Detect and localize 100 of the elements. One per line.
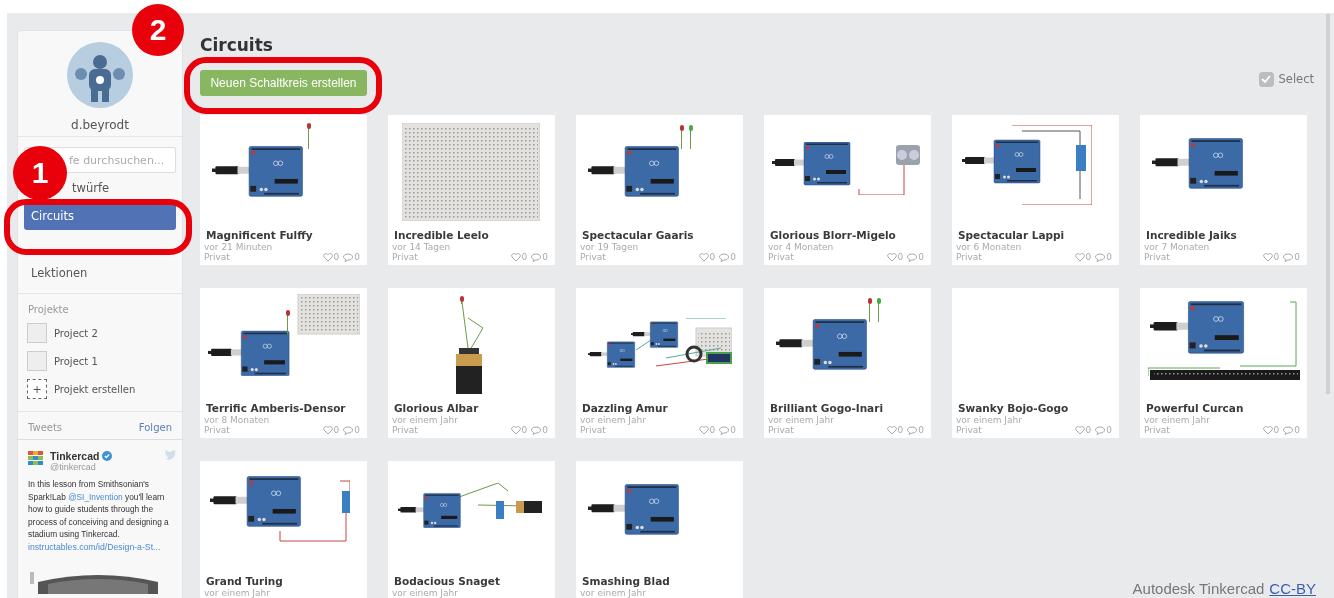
tweet-author[interactable]: Tinkercad (50, 450, 100, 462)
comment-count: 0 (1294, 252, 1300, 262)
credit-text: Autodesk Tinkercad (1132, 580, 1265, 597)
time-label: vor 19 Tagen (579, 242, 640, 252)
comment-icon[interactable] (719, 425, 730, 435)
project-thumbnail (27, 323, 47, 343)
like-count: 0 (521, 425, 528, 435)
heart-icon[interactable] (510, 252, 521, 262)
time-label: vor einem Jahr (955, 415, 1023, 425)
comment-icon[interactable] (1095, 425, 1106, 435)
heart-icon[interactable] (1074, 426, 1085, 434)
circuit-name[interactable]: Incredible Leelo (388, 229, 555, 242)
like-count: 0 (709, 252, 716, 262)
circuit-name[interactable]: Magnificent Fulffy (200, 229, 367, 242)
circuit-name[interactable]: Grand Turing (200, 575, 367, 588)
create-project-link[interactable]: Projekt erstellen (54, 383, 136, 395)
heart-icon[interactable] (886, 425, 897, 435)
time-label: vor 7 Monaten (1143, 242, 1211, 252)
heart-icon[interactable] (322, 425, 333, 435)
comment-count: 0 (1106, 252, 1112, 262)
comment-icon[interactable] (531, 425, 542, 435)
like-count: 0 (1085, 425, 1092, 435)
visibility-label: Privat (768, 252, 794, 262)
visibility-label: Privat (956, 252, 982, 262)
heart-icon[interactable] (886, 252, 897, 262)
visibility-label: Privat (1144, 252, 1170, 262)
user-name[interactable]: d.beyrodt (18, 118, 182, 136)
step-badge: 2 (132, 4, 184, 56)
time-label: vor 21 Minuten (203, 242, 274, 252)
project-item[interactable]: Project 2 (54, 327, 98, 339)
circuit-name[interactable]: Glorious Albar (388, 402, 555, 415)
visibility-label: Privat (768, 425, 794, 435)
time-label: vor einem Jahr (1143, 415, 1211, 425)
heart-icon[interactable] (510, 425, 521, 435)
circuit-name[interactable]: Dazzling Amur (576, 402, 743, 415)
time-label: vor einem Jahr (391, 415, 459, 425)
comment-count: 0 (918, 425, 924, 435)
visibility-label: Privat (580, 252, 606, 262)
project-thumbnail (27, 351, 47, 371)
nav-item[interactable]: Lektionen (24, 266, 95, 281)
logo-icon (28, 450, 44, 466)
time-label: vor einem Jahr (579, 588, 647, 598)
bird-icon[interactable] (164, 450, 176, 460)
select-label[interactable]: Select (1278, 72, 1314, 86)
avatar[interactable] (67, 42, 133, 108)
heart-icon[interactable] (698, 252, 709, 262)
time-label: vor einem Jahr (767, 415, 835, 425)
tweet-link[interactable]: instructables.com/id/Design-a-St... (28, 540, 176, 554)
comment-icon[interactable] (343, 252, 354, 262)
heart-icon[interactable] (322, 252, 333, 262)
comment-icon[interactable] (343, 425, 354, 435)
mention-link[interactable]: @SI_Invention (68, 491, 123, 502)
comment-icon[interactable] (1283, 425, 1294, 435)
circuit-name[interactable]: Glorious Blorr-Migelo (764, 229, 931, 242)
comment-icon[interactable] (907, 252, 918, 262)
section-heading: Projekte (27, 303, 70, 317)
circuit-name[interactable]: Swanky Bojo-Gogo (952, 402, 1119, 415)
add-icon[interactable]: + (27, 379, 47, 399)
comment-icon[interactable] (719, 252, 730, 262)
like-count: 0 (1273, 425, 1280, 435)
nav-item[interactable]: twürfe (70, 181, 112, 196)
circuit-name[interactable]: Powerful Curcan (1140, 402, 1307, 415)
like-count: 0 (1085, 252, 1092, 262)
like-count: 0 (333, 252, 340, 262)
heart-icon[interactable] (1262, 425, 1273, 435)
license-link[interactable]: CC-BY (1269, 580, 1316, 597)
comment-count: 0 (542, 425, 548, 435)
time-label: vor 6 Monaten (955, 242, 1023, 252)
comment-icon[interactable] (907, 425, 918, 435)
like-count: 0 (709, 425, 716, 435)
like-count: 0 (897, 425, 904, 435)
visibility-label: Privat (392, 252, 418, 262)
comment-icon[interactable] (1095, 252, 1106, 262)
like-count: 0 (333, 425, 340, 435)
circuit-name[interactable]: Spectacular Gaaris (576, 229, 743, 242)
time-label: vor einem Jahr (579, 415, 647, 425)
comment-icon[interactable] (1283, 252, 1294, 262)
time-label: vor einem Jahr (203, 588, 271, 598)
comment-icon[interactable] (531, 252, 542, 262)
heart-icon[interactable] (698, 425, 709, 435)
comment-count: 0 (542, 252, 548, 262)
circuit-name[interactable]: Brilliant Gogo-Inari (764, 402, 931, 415)
comment-count: 0 (354, 425, 360, 435)
comment-count: 0 (1294, 425, 1300, 435)
circuit-name[interactable]: Incredible Jaiks (1140, 229, 1307, 242)
project-item[interactable]: Project 1 (54, 355, 98, 367)
follow-link[interactable]: Folgen (138, 422, 172, 433)
visibility-label: Privat (204, 425, 230, 435)
like-count: 0 (1273, 252, 1280, 262)
like-count: 0 (897, 252, 904, 262)
circuit-name[interactable]: Spectacular Lappi (952, 229, 1119, 242)
visibility-label: Privat (1144, 425, 1170, 435)
visibility-label: Privat (956, 425, 982, 435)
heart-icon[interactable] (1262, 252, 1273, 262)
time-label: vor einem Jahr (391, 588, 459, 598)
time-label: vor 4 Monaten (767, 242, 835, 252)
circuit-name[interactable]: Bodacious Snaget (388, 575, 555, 588)
circuit-name[interactable]: Smashing Blad (576, 575, 743, 588)
heart-icon[interactable] (1074, 252, 1085, 262)
circuit-name[interactable]: Terrific Amberis-Densor (200, 402, 367, 415)
